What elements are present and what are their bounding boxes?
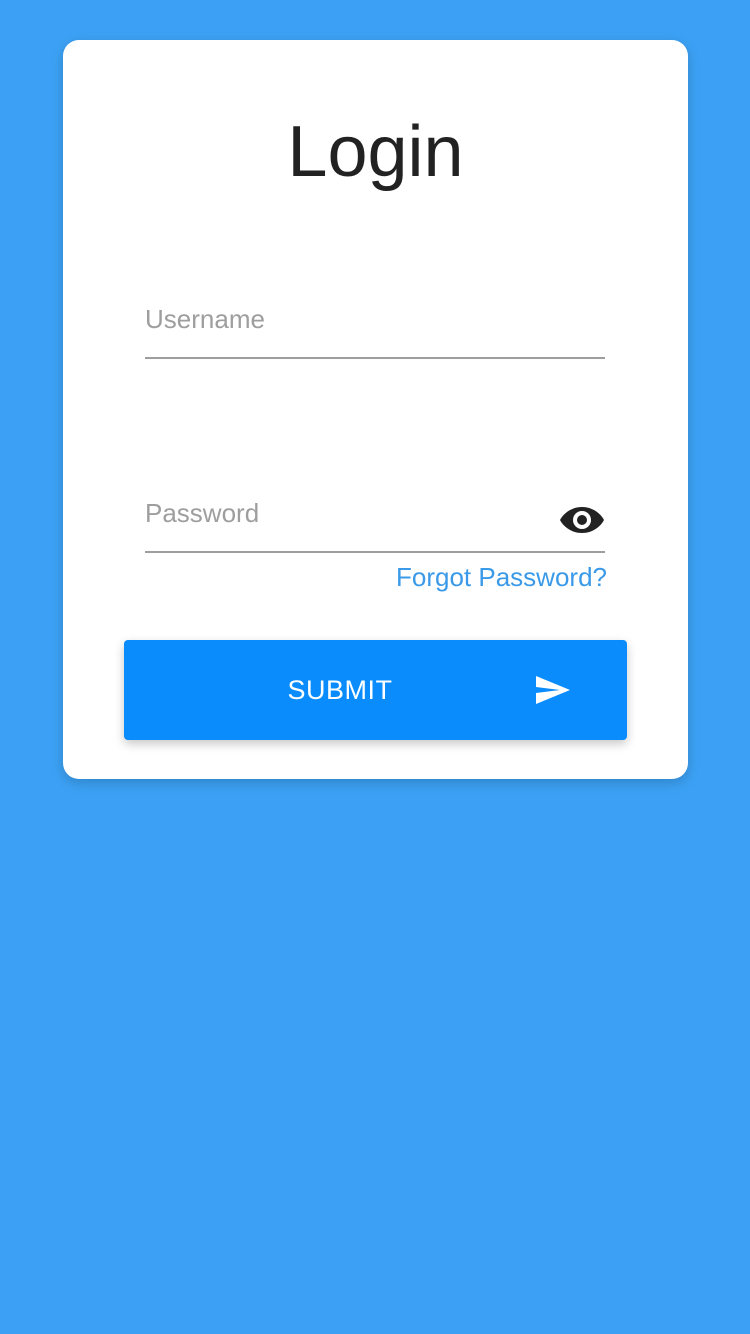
password-field[interactable]	[145, 481, 605, 553]
submit-button[interactable]: SUBMIT	[124, 640, 627, 740]
forgot-password-link[interactable]: Forgot Password?	[396, 562, 607, 593]
page-title: Login	[287, 112, 464, 192]
send-icon	[536, 676, 570, 704]
eye-icon[interactable]	[559, 503, 605, 537]
username-input[interactable]	[145, 299, 545, 339]
login-card: Login Forgot Password? SUBMIT	[63, 40, 688, 779]
username-field[interactable]	[145, 287, 605, 359]
submit-label: SUBMIT	[287, 675, 393, 705]
password-input[interactable]	[145, 493, 545, 533]
